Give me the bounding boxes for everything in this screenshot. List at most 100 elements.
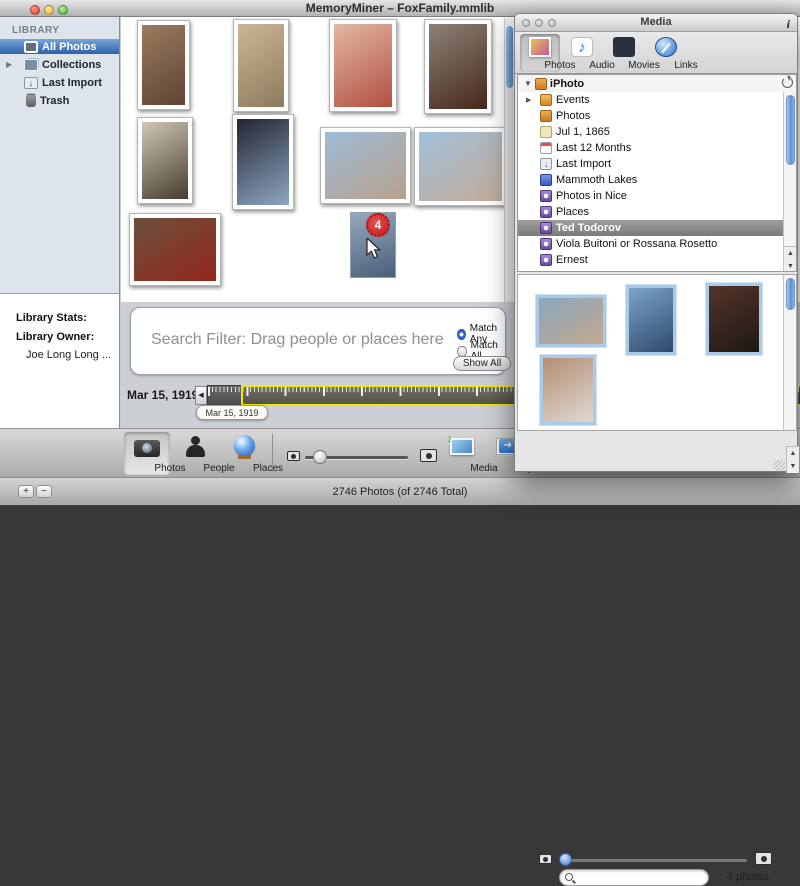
- tree-row[interactable]: ↓ Last Import: [518, 156, 796, 172]
- photo-thumbnail[interactable]: [137, 117, 193, 204]
- scroll-down-icon[interactable]: ▼: [784, 260, 797, 272]
- tree-row-label: Last 12 Months: [556, 142, 631, 154]
- palette-size-slider[interactable]: [559, 859, 747, 862]
- window-title: MemoryMiner – FoxFamily.mmlib: [306, 1, 495, 15]
- palette-tab[interactable]: Photos: [520, 34, 560, 72]
- palette-size-slider-knob[interactable]: [559, 853, 572, 866]
- tree-row[interactable]: Photos: [518, 108, 796, 124]
- search-filter-dropzone[interactable]: Search Filter: Drag people or places her…: [130, 307, 506, 375]
- palette-title: Media: [640, 16, 671, 28]
- large-thumbnail-size-icon: [755, 852, 772, 865]
- timeline-back-button[interactable]: ◀: [195, 386, 207, 405]
- media-button[interactable]: Media: [438, 432, 484, 475]
- photo-thumbnail[interactable]: [129, 213, 221, 286]
- search-icon: [565, 873, 573, 881]
- scroll-up-icon[interactable]: ▲: [784, 247, 797, 260]
- media-thumbnail[interactable]: [536, 295, 606, 347]
- tree-row[interactable]: Places: [518, 204, 796, 220]
- people-mode-button[interactable]: People: [173, 432, 219, 475]
- show-all-button[interactable]: Show All: [453, 356, 511, 371]
- tree-row-label: Ted Todorov: [556, 222, 621, 234]
- media-thumbnail[interactable]: [540, 355, 596, 425]
- owner-name: Joe Long Long ...: [16, 349, 119, 361]
- disclosure-triangle-icon[interactable]: ▶: [526, 96, 531, 104]
- tree-row-label: Last Import: [556, 158, 611, 170]
- match-all-radio[interactable]: [457, 346, 467, 357]
- tree-row[interactable]: Jul 1, 1865: [518, 124, 796, 140]
- palette-zoom-button[interactable]: [548, 19, 556, 27]
- photo-image: [325, 132, 406, 199]
- main-scrollbar[interactable]: [504, 18, 513, 302]
- media-thumbnail[interactable]: [626, 285, 676, 355]
- tree-row-label: Photos in Nice: [556, 190, 627, 202]
- tree-scroll-arrows[interactable]: ▲ ▼: [784, 246, 797, 272]
- photo-thumbnail[interactable]: [320, 127, 411, 204]
- scroll-up-icon[interactable]: ▲: [787, 447, 799, 460]
- photos-mode-button[interactable]: Photos: [124, 432, 170, 475]
- photo-image: [238, 24, 284, 107]
- tree-row[interactable]: Viola Buitoni or Rossana Rosetto: [518, 236, 796, 252]
- palette-title-bar[interactable]: Media i: [515, 14, 797, 32]
- resize-grip[interactable]: [774, 460, 785, 471]
- zoom-button[interactable]: [58, 5, 68, 15]
- disclosure-open-icon[interactable]: ▼: [524, 79, 532, 88]
- mouse-cursor-icon: [366, 238, 382, 260]
- tree-row-label: Events: [556, 94, 590, 106]
- thumbs-scrollbar[interactable]: [783, 275, 796, 430]
- tree-row[interactable]: Photos in Nice: [518, 188, 796, 204]
- sidebar-item-icon: [24, 59, 38, 71]
- search-input[interactable]: [576, 871, 704, 884]
- tree-row-icon: [540, 238, 552, 250]
- photo-thumbnail[interactable]: [232, 114, 294, 210]
- minimize-button[interactable]: [44, 5, 54, 15]
- places-mode-button[interactable]: Places: [222, 432, 268, 475]
- palette-tab[interactable]: Links: [646, 34, 686, 72]
- refresh-icon[interactable]: [782, 77, 793, 88]
- palette-tab-icon: [613, 37, 635, 57]
- thumbs-scrollbar-thumb[interactable]: [786, 278, 795, 310]
- tree-row-icon: [540, 110, 552, 122]
- palette-tab[interactable]: ♪ Audio: [562, 34, 602, 72]
- photo-thumbnail[interactable]: [329, 19, 397, 112]
- timeline-current-date: Mar 15, 1919: [127, 388, 198, 402]
- tree-row[interactable]: Last 12 Months: [518, 140, 796, 156]
- media-count-label: 4 photos: [727, 871, 769, 883]
- sidebar-item[interactable]: Trash: [0, 93, 119, 108]
- palette-minimize-button[interactable]: [535, 19, 543, 27]
- main-scrollbar-thumb[interactable]: [506, 26, 513, 88]
- sidebar-item-icon: [24, 41, 38, 53]
- tree-row[interactable]: ▶ Events: [518, 92, 796, 108]
- close-button[interactable]: [30, 5, 40, 15]
- tree-scrollbar[interactable]: ▲ ▼: [783, 92, 796, 272]
- info-button[interactable]: i: [787, 16, 790, 33]
- person-icon: [186, 436, 206, 458]
- palette-search-field[interactable]: [559, 869, 709, 886]
- tree-row[interactable]: Mammoth Lakes: [518, 172, 796, 188]
- media-thumbnail[interactable]: [706, 283, 762, 355]
- photo-thumbnail[interactable]: [424, 19, 492, 114]
- tree-scrollbar-thumb[interactable]: [786, 95, 795, 165]
- tree-row[interactable]: Ted Todorov: [518, 220, 796, 236]
- tree-root-row[interactable]: ▼ iPhoto: [518, 75, 796, 92]
- sidebar-item[interactable]: All Photos: [0, 39, 119, 54]
- photo-thumbnail[interactable]: [233, 19, 289, 112]
- sidebar-item[interactable]: ↓ Last Import: [0, 75, 119, 90]
- match-any-radio[interactable]: [457, 329, 466, 340]
- tree-row[interactable]: Ernest: [518, 252, 796, 268]
- photo-count-status: 2746 Photos (of 2746 Total): [0, 486, 800, 498]
- palette-close-button[interactable]: [522, 19, 530, 27]
- iphoto-icon: [535, 78, 547, 90]
- disclosure-triangle-icon[interactable]: ▶: [6, 60, 12, 69]
- palette-tab[interactable]: Movies: [604, 34, 644, 72]
- photo-thumbnail[interactable]: [414, 127, 507, 206]
- thumbnail-size-slider-knob[interactable]: [313, 450, 327, 464]
- palette-scroll-arrows[interactable]: ▲ ▼: [786, 446, 799, 473]
- sidebar-item-label: Last Import: [42, 77, 102, 89]
- photo-thumbnail[interactable]: [137, 20, 190, 110]
- scroll-down-icon[interactable]: ▼: [787, 460, 799, 473]
- tree-row-icon: [540, 222, 552, 234]
- sidebar-item[interactable]: ▶ Collections: [0, 57, 119, 72]
- media-icon: [450, 438, 474, 455]
- palette-tab-icon: [529, 37, 551, 57]
- timeline-date-tooltip: Mar 15, 1919: [196, 405, 268, 420]
